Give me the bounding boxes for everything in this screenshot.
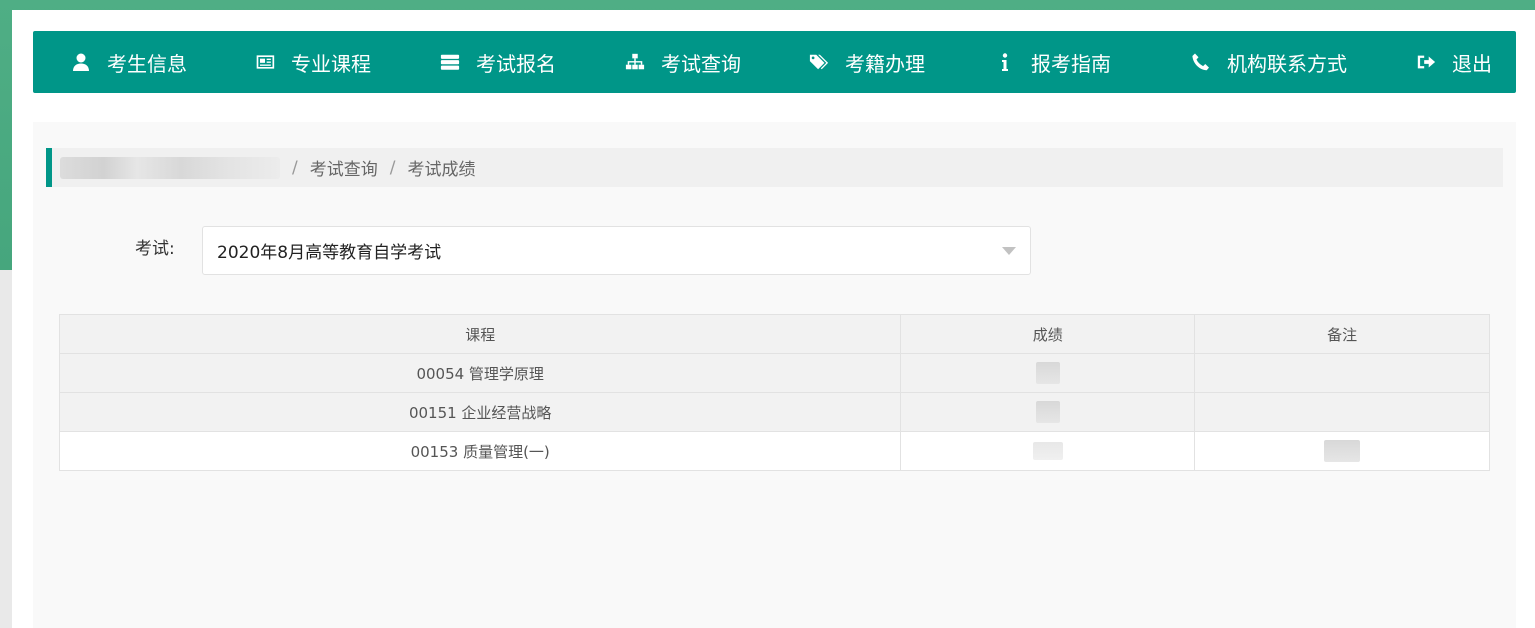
course-cell: 00054 管理学原理 — [58, 353, 902, 393]
user-icon — [73, 53, 89, 71]
remark-cell — [1194, 353, 1490, 393]
breadcrumb-item-exam-query[interactable]: 考试查询 — [310, 155, 378, 180]
column-header-score: 成绩 — [900, 314, 1196, 354]
nav-item-exam-guide[interactable]: 报考指南 — [995, 31, 1111, 93]
course-cell: 00153 质量管理(一) — [58, 431, 902, 471]
server-icon — [440, 54, 460, 70]
top-navbar: 考生信息 专业课程 考试报名 考试查询 考籍办理 报考指南 机构联系方式 退出 — [33, 31, 1516, 93]
breadcrumb-separator: / — [292, 157, 298, 178]
nav-item-label: 报考指南 — [1031, 51, 1111, 76]
chevron-down-icon — [1002, 247, 1016, 255]
nav-item-institution-contact[interactable]: 机构联系方式 — [1191, 31, 1347, 93]
redacted-score — [1035, 401, 1060, 423]
remark-cell — [1194, 392, 1490, 432]
info-icon — [1002, 53, 1008, 71]
sign-out-icon — [1417, 55, 1436, 69]
tags-icon — [809, 54, 829, 70]
scores-table: 课程 成绩 备注 00054 管理学原理 00151 企业经营战略 00153 … — [58, 314, 1490, 471]
nav-item-enrollment-affairs[interactable]: 考籍办理 — [809, 31, 925, 93]
exam-label: 考试: — [135, 239, 175, 259]
nav-item-label: 考生信息 — [107, 51, 187, 76]
redacted-remark — [1324, 440, 1361, 462]
score-cell — [900, 392, 1196, 432]
score-cell — [900, 431, 1196, 471]
newspaper-icon — [256, 55, 275, 69]
exam-select[interactable]: 2020年8月高等教育自学考试 — [202, 226, 1031, 275]
nav-item-label: 机构联系方式 — [1227, 51, 1347, 76]
redacted-score — [1035, 362, 1060, 384]
table-header-row: 课程 成绩 备注 — [58, 314, 1490, 354]
course-cell: 00151 企业经营战略 — [58, 392, 902, 432]
exam-select-value: 2020年8月高等教育自学考试 — [217, 243, 442, 263]
nav-item-label: 退出 — [1452, 51, 1492, 76]
breadcrumb-item-exam-scores: 考试成绩 — [407, 160, 476, 180]
phone-icon — [1192, 53, 1209, 71]
table-row: 00153 质量管理(一) — [58, 431, 1490, 471]
remark-cell — [1194, 431, 1490, 471]
nav-item-label: 考籍办理 — [845, 51, 925, 76]
nav-item-student-info[interactable]: 考生信息 — [71, 31, 187, 93]
nav-item-label: 考试查询 — [661, 51, 741, 76]
table-row: 00151 企业经营战略 — [58, 392, 1490, 432]
nav-item-courses[interactable]: 专业课程 — [255, 31, 371, 93]
nav-item-exam-query[interactable]: 考试查询 — [625, 31, 741, 93]
sitemap-icon — [625, 53, 645, 70]
breadcrumb-separator: / — [389, 157, 396, 178]
breadcrumb-redacted-home[interactable] — [60, 156, 280, 179]
nav-item-exam-registration[interactable]: 考试报名 — [440, 31, 556, 93]
nav-item-label: 考试报名 — [476, 51, 556, 76]
score-cell — [900, 353, 1196, 393]
nav-item-label: 专业课程 — [291, 51, 371, 76]
column-header-remark: 备注 — [1194, 314, 1490, 354]
column-header-course: 课程 — [58, 314, 902, 354]
nav-item-logout[interactable]: 退出 — [1416, 31, 1492, 93]
table-row: 00054 管理学原理 — [58, 353, 1490, 393]
redacted-score — [1032, 442, 1063, 461]
breadcrumb: / 考试查询 / 考试成绩 — [46, 148, 1503, 187]
